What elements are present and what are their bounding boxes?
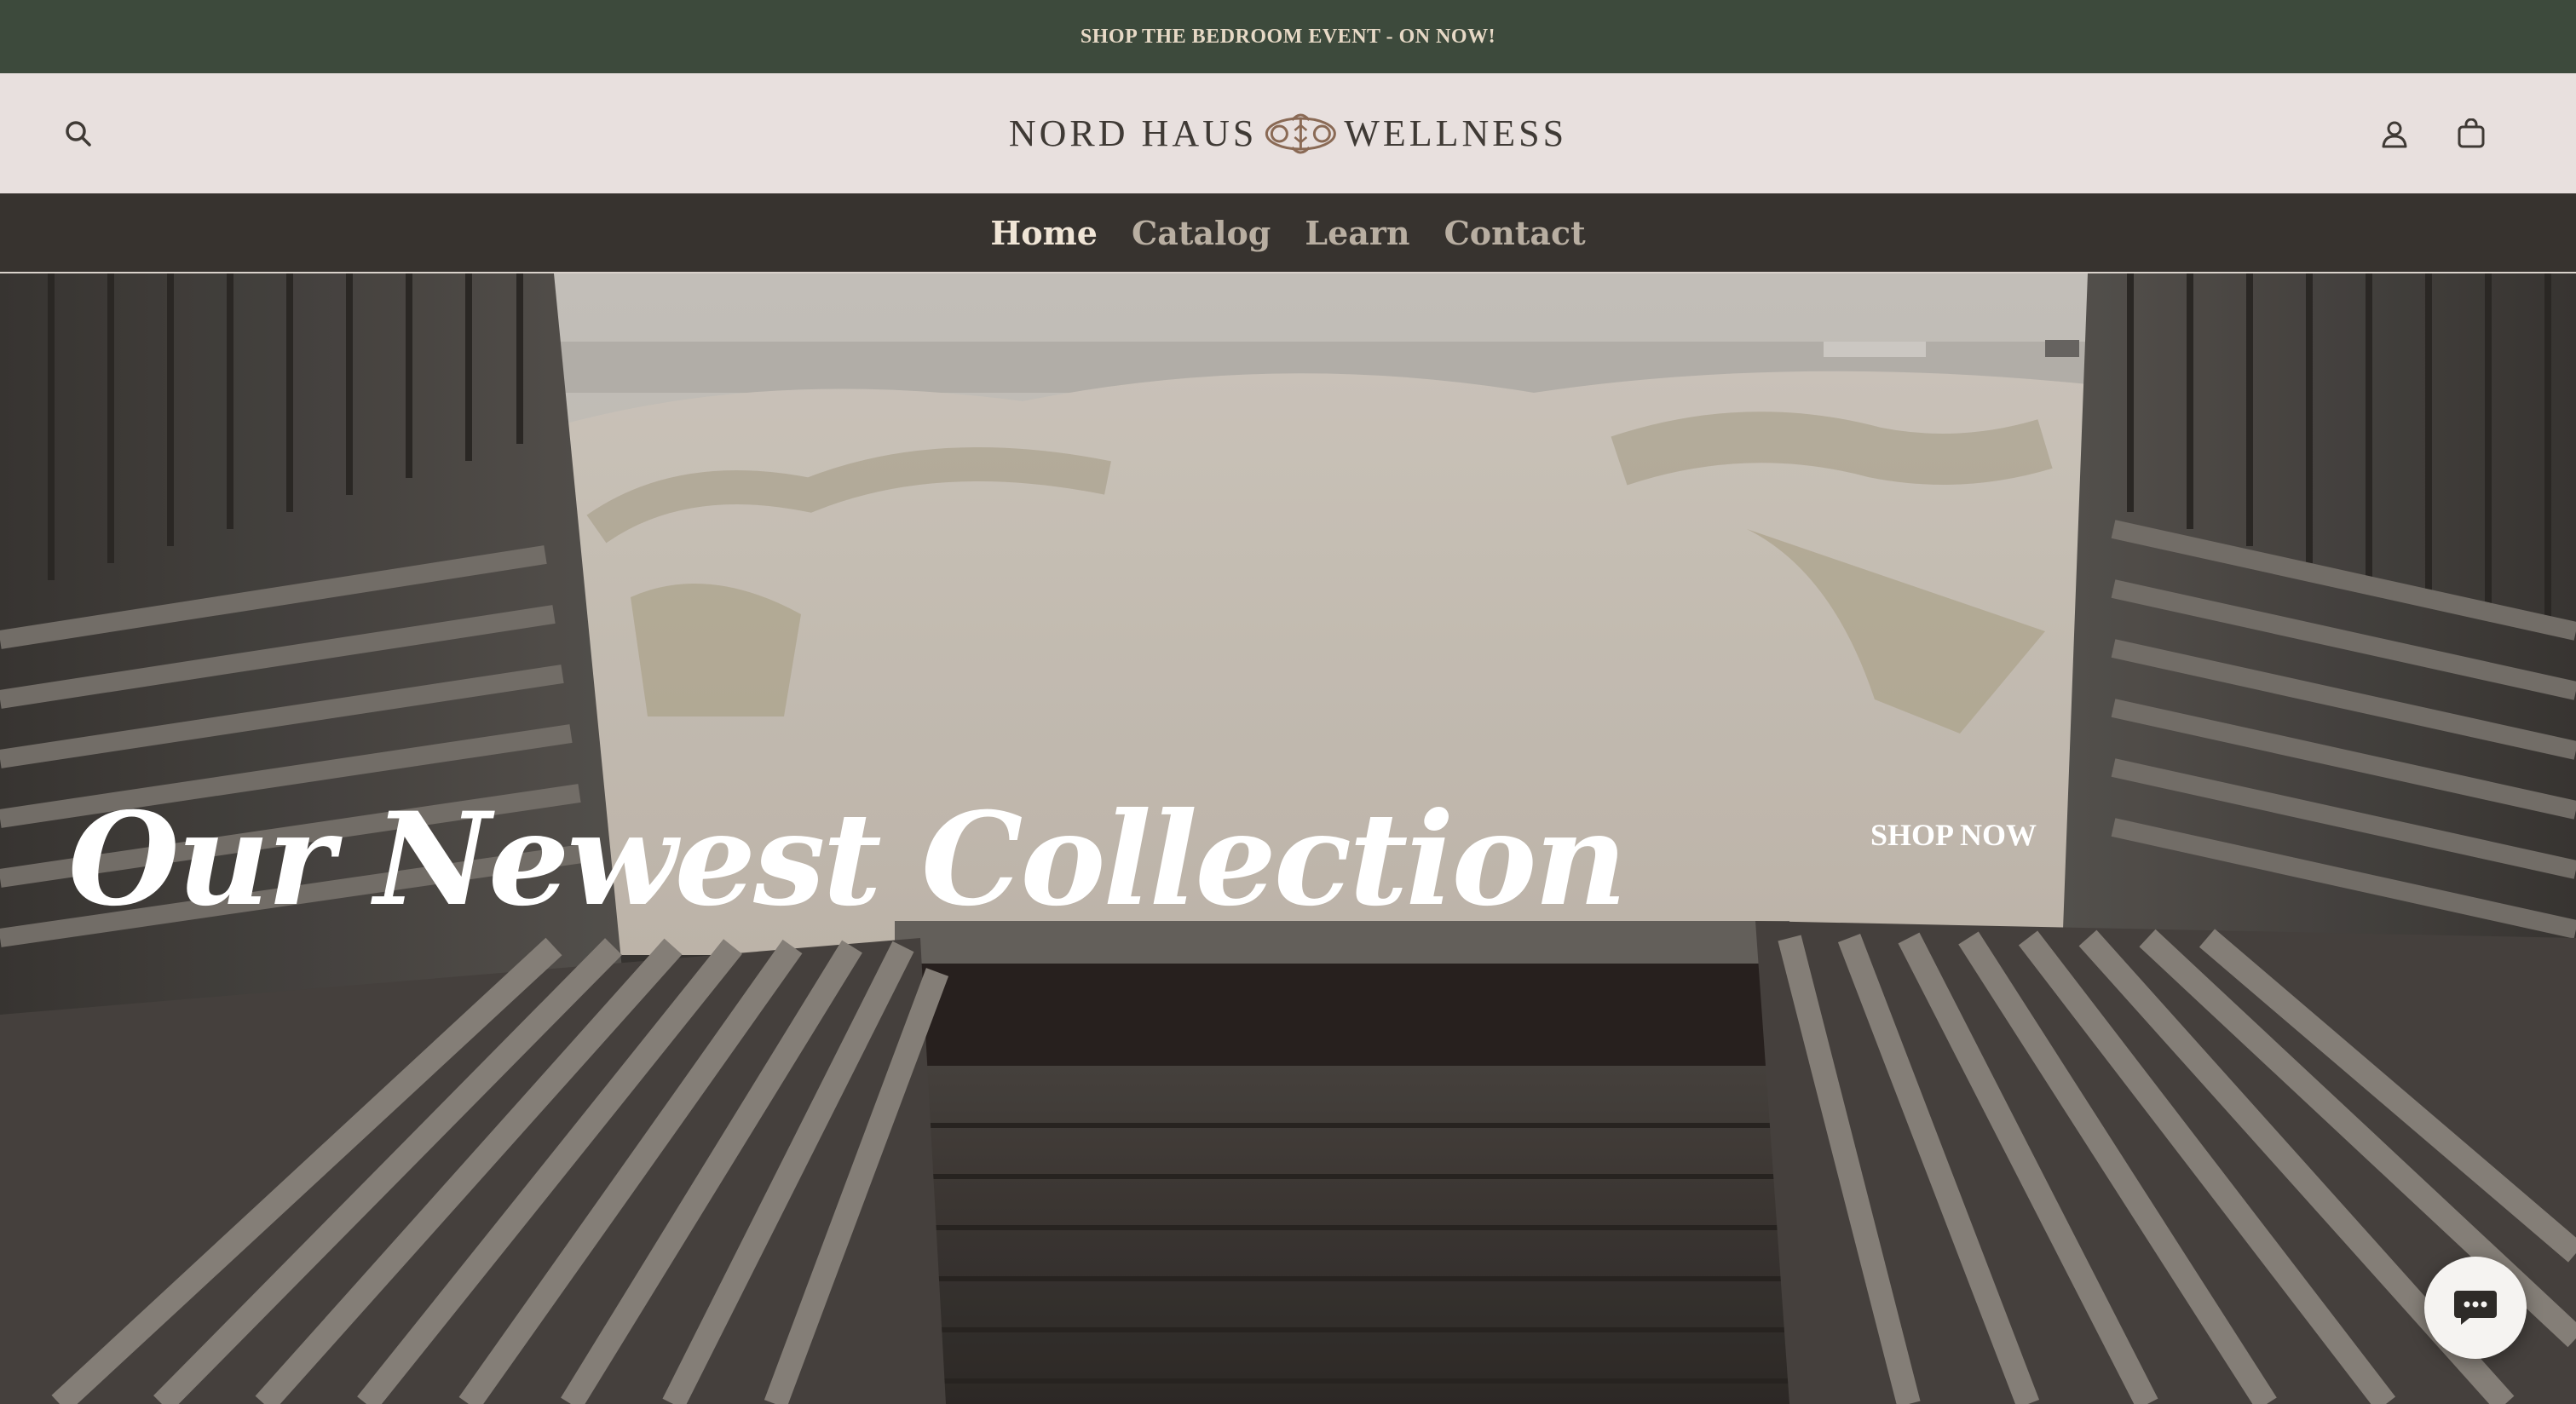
site-header: NORD HAUS WELLNESS <box>0 73 2576 193</box>
nav-item-contact[interactable]: Contact <box>1444 214 1586 252</box>
announcement-bar[interactable]: SHOP THE BEDROOM EVENT - ON NOW! <box>0 0 2576 73</box>
logo-text-left: NORD HAUS <box>1008 112 1258 154</box>
logo-emblem-icon <box>1265 113 1336 153</box>
main-nav: Home Catalog Learn Contact <box>0 193 2576 273</box>
shop-now-link[interactable]: SHOP NOW <box>1870 817 2037 853</box>
logo-text-right: WELLNESS <box>1344 112 1568 154</box>
nav-item-home[interactable]: Home <box>990 214 1098 252</box>
user-icon[interactable] <box>2377 117 2412 151</box>
nav-item-learn[interactable]: Learn <box>1305 214 1409 252</box>
announcement-text[interactable]: SHOP THE BEDROOM EVENT - ON NOW! <box>1081 26 1495 49</box>
bag-icon[interactable] <box>2454 117 2488 151</box>
chat-bubble-icon <box>2454 1291 2497 1325</box>
site-logo[interactable]: NORD HAUS WELLNESS <box>1009 108 1567 159</box>
nav-item-catalog[interactable]: Catalog <box>1132 214 1271 252</box>
chat-button[interactable] <box>2424 1257 2527 1359</box>
search-icon[interactable] <box>61 117 95 151</box>
hero-banner: Our Newest Collection SHOP NOW <box>0 273 2576 1404</box>
hero-title: Our Newest Collection <box>68 785 1628 935</box>
